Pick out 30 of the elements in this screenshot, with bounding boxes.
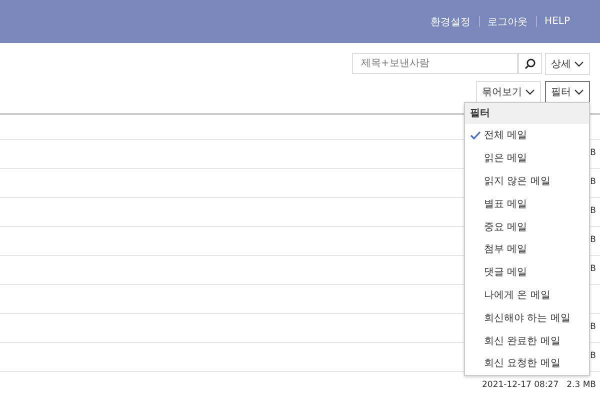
menu-title: 필터 [465,103,589,124]
filter-button[interactable]: 필터 [545,81,590,103]
menu-item[interactable]: 댓글 메일 [465,260,589,284]
menu-item[interactable]: 중요 메일 [465,215,589,238]
size-cell: B [590,235,596,245]
menu-item[interactable]: 전체 메일 [465,124,589,147]
search-field[interactable]: 제목+보낸사람 [352,53,518,74]
menu-item[interactable]: 읽은 메일 [465,146,589,170]
chevron-icon [574,89,584,95]
size-cell: B [590,264,596,274]
menu-item[interactable]: 읽지 않은 메일 [465,170,589,192]
search-button[interactable] [518,53,542,74]
menu-item[interactable]: 회신 요청한 메일 [465,352,589,375]
size-cell: B [590,206,596,216]
chevron-icon [525,89,535,95]
menu-item[interactable]: 회신 완료한 메일 [465,329,589,352]
size-cell: B [590,148,596,158]
search-icon [524,58,536,70]
detail-button[interactable]: 상세 [545,53,590,75]
size-cell: 2.3 MB [566,380,596,390]
size-cell: B [590,351,596,361]
date-cell: 2021-12-17 08:27 [482,380,559,390]
size-cell: B [590,177,596,187]
menu-item[interactable]: 첨부 메일 [465,238,589,261]
menu-item[interactable]: 회신해야 하는 메일 [465,306,589,330]
menu-item[interactable]: 별표 메일 [465,192,589,216]
menu-item[interactable]: 나에게 온 메일 [465,284,589,306]
size-cell: B [590,322,596,332]
chevron-icon [574,61,584,67]
group-button[interactable]: 묶어보기 [476,81,541,103]
